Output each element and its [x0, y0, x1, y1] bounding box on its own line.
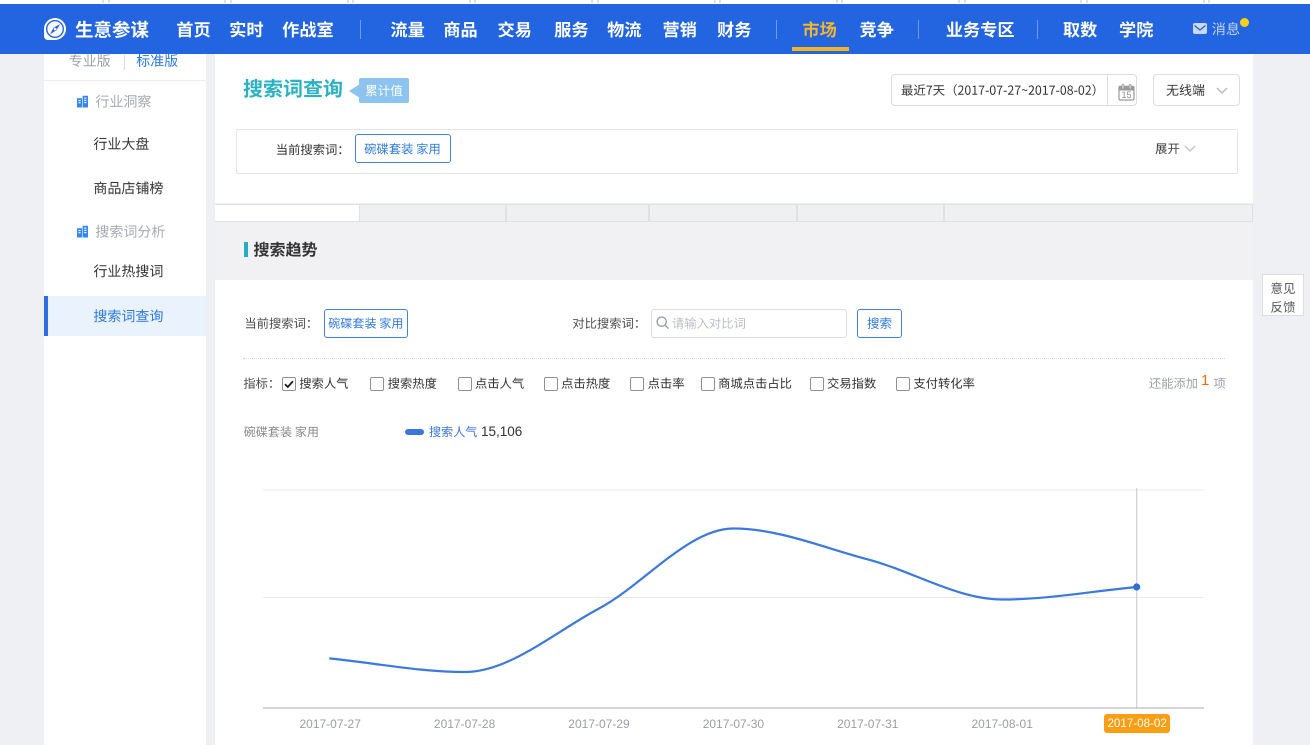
svg-text:15: 15 — [1121, 90, 1131, 100]
